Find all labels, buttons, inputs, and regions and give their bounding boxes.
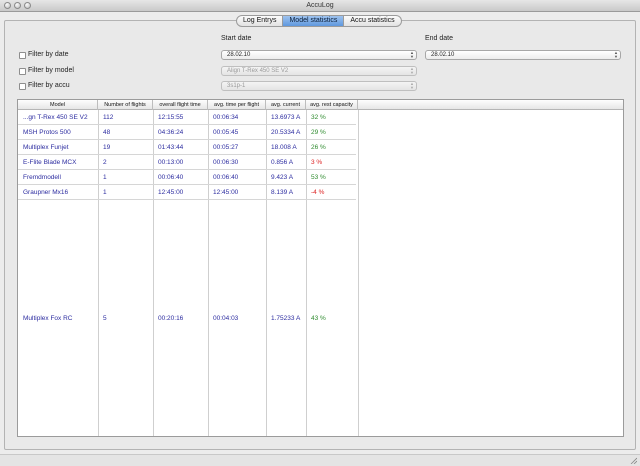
model-select-value: Align T-Rex 450 SE V2	[227, 68, 289, 74]
filter-by-model-label: Filter by model	[28, 67, 74, 74]
cell-avg-current: 20.5334 A	[271, 128, 301, 136]
accu-select-value: 3s1p-1	[227, 83, 246, 89]
window-title: AccuLog	[306, 2, 334, 9]
start-date-label: Start date	[221, 35, 252, 42]
model-statistics-table[interactable]: Model Number of flights overall flight t…	[17, 99, 624, 437]
cell-avg-rest-capacity: 43 %	[311, 314, 326, 322]
window-titlebar: AccuLog	[0, 0, 640, 12]
cell-overall-flight-time: 12:15:55	[158, 113, 184, 121]
accu-select[interactable]: 3s1p-1 ▲ ▼	[221, 81, 417, 91]
cell-avg-time-per-flight: 00:05:45	[213, 128, 239, 136]
cell-avg-rest-capacity: 29 %	[311, 128, 326, 136]
updown-arrows-icon: ▲ ▼	[410, 66, 414, 75]
cell-avg-current: 9.423 A	[271, 173, 294, 181]
cell-avg-rest-capacity: 3 %	[311, 158, 323, 166]
cell-number-of-flights: 112	[103, 113, 114, 121]
filter-by-date-label: Filter by date	[28, 51, 69, 58]
cell-avg-current: 0.856 A	[271, 158, 294, 166]
column-header-avg-time-per-flight[interactable]: avg. time per flight	[208, 100, 266, 110]
cell-model: Multiplex Funjet	[23, 143, 69, 151]
cell-model: MSH Protos 500	[23, 128, 71, 136]
cell-avg-current: 18.008 A	[271, 143, 297, 151]
column-divider	[358, 110, 359, 436]
filter-by-accu-checkbox[interactable]	[19, 83, 26, 90]
filter-by-accu-label: Filter by accu	[28, 82, 70, 89]
cell-avg-time-per-flight: 00:04:03	[213, 314, 239, 322]
cell-overall-flight-time: 04:36:24	[158, 128, 184, 136]
resize-grip-icon[interactable]	[629, 456, 637, 464]
filter-by-model-checkbox[interactable]	[19, 68, 26, 75]
tab-log-entrys[interactable]: Log Entrys	[236, 15, 284, 27]
start-date-field[interactable]: 28.02.10 ▲ ▼	[221, 50, 417, 60]
end-date-value: 28.02.10	[431, 52, 455, 58]
cell-model: Fremdmodell	[23, 173, 61, 181]
cell-avg-rest-capacity: 26 %	[311, 143, 326, 151]
cell-avg-current: 8.139 A	[271, 188, 294, 196]
start-date-value: 28.02.10	[227, 52, 251, 58]
column-header-overall-flight-time[interactable]: overall flight time	[153, 100, 208, 110]
cell-avg-time-per-flight: 00:06:34	[213, 113, 239, 121]
table-row[interactable]: Multiplex Funjet 19 01:43:44 00:05:27 18…	[18, 140, 356, 155]
table-row[interactable]: Graupner Mx16 1 12:45:00 12:45:00 8.139 …	[18, 185, 356, 200]
cell-number-of-flights: 48	[103, 128, 111, 136]
cell-overall-flight-time: 00:13:00	[158, 158, 184, 166]
tab-accu-statistics[interactable]: Accu statistics	[344, 15, 402, 27]
table-row[interactable]: Fremdmodell 1 00:06:40 00:06:40 9.423 A …	[18, 170, 356, 185]
column-header-avg-current[interactable]: avg. current	[266, 100, 306, 110]
cell-avg-time-per-flight: 00:06:30	[213, 158, 239, 166]
column-header-model[interactable]: Model	[18, 100, 98, 110]
cell-avg-time-per-flight: 12:45:00	[213, 188, 239, 196]
updown-arrows-icon[interactable]: ▲ ▼	[614, 51, 618, 59]
filter-by-date-checkbox[interactable]	[19, 52, 26, 59]
cell-avg-time-per-flight: 00:05:27	[213, 143, 239, 151]
table-row[interactable]: E-Flite Blade MCX 2 00:13:00 00:06:30 0.…	[18, 155, 356, 170]
updown-arrows-icon[interactable]: ▲ ▼	[410, 51, 414, 59]
cell-model: E-Flite Blade MCX	[23, 158, 77, 166]
table-row[interactable]: MSH Protos 500 48 04:36:24 00:05:45 20.5…	[18, 125, 356, 140]
cell-number-of-flights: 19	[103, 143, 111, 151]
cell-avg-rest-capacity: 32 %	[311, 113, 326, 121]
model-select[interactable]: Align T-Rex 450 SE V2 ▲ ▼	[221, 66, 417, 76]
tab-bar: Log Entrys Model statistics Accu statist…	[236, 15, 402, 27]
table-header: Model Number of flights overall flight t…	[18, 100, 623, 110]
cell-model: Graupner Mx16	[23, 188, 69, 196]
table-row[interactable]: ...gn T-Rex 450 SE V2 112 12:15:55 00:06…	[18, 110, 356, 125]
cell-overall-flight-time: 00:20:16	[158, 314, 184, 322]
cell-overall-flight-time: 01:43:44	[158, 143, 184, 151]
cell-number-of-flights: 2	[103, 158, 107, 166]
end-date-label: End date	[425, 35, 454, 42]
cell-avg-rest-capacity: -4 %	[311, 188, 325, 196]
column-header-avg-rest-capacity[interactable]: avg. rest capacity	[306, 100, 358, 110]
cell-avg-current: 1.75233 A	[271, 314, 301, 322]
cell-number-of-flights: 1	[103, 173, 107, 181]
cell-number-of-flights: 5	[103, 314, 107, 322]
cell-overall-flight-time: 12:45:00	[158, 188, 184, 196]
cell-model: Multiplex Fox RC	[23, 314, 73, 322]
column-header-number-of-flights[interactable]: Number of flights	[98, 100, 153, 110]
end-date-field[interactable]: 28.02.10 ▲ ▼	[425, 50, 621, 60]
tab-model-statistics[interactable]: Model statistics	[283, 15, 345, 27]
cell-number-of-flights: 1	[103, 188, 107, 196]
window-bottom-bar	[0, 454, 640, 466]
cell-overall-flight-time: 00:06:40	[158, 173, 184, 181]
updown-arrows-icon: ▲ ▼	[410, 81, 414, 90]
table-row[interactable]: Multiplex Fox RC 5 00:20:16 00:04:03 1.7…	[18, 200, 356, 436]
cell-avg-time-per-flight: 00:06:40	[213, 173, 239, 181]
cell-avg-rest-capacity: 53 %	[311, 173, 326, 181]
cell-avg-current: 13.6973 A	[271, 113, 301, 121]
cell-model: ...gn T-Rex 450 SE V2	[23, 113, 88, 121]
